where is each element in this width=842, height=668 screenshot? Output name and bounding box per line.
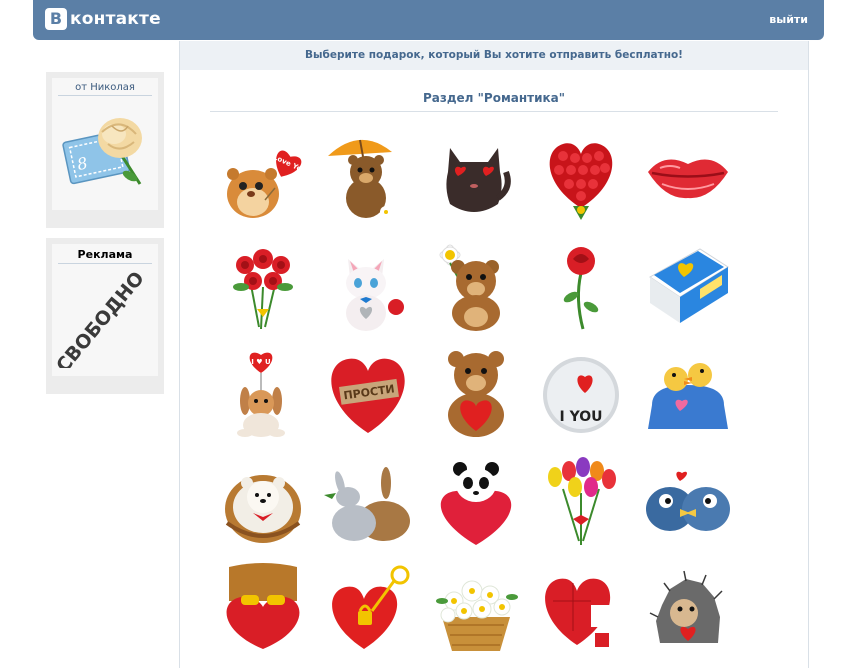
gift-birds-kiss[interactable]: [640, 453, 736, 549]
gift-heart-puzzle[interactable]: [533, 561, 629, 657]
gift-black-cat[interactable]: [428, 128, 524, 224]
kitten-icon: [346, 259, 404, 331]
bear-daisy-icon: [439, 244, 500, 331]
vk-logo[interactable]: B контакте: [45, 8, 161, 30]
gift-hamster-love[interactable]: I Love You: [215, 128, 311, 224]
gift-bear-heart[interactable]: [428, 345, 524, 441]
hamster-icon: I Love You: [227, 150, 307, 218]
logo-b-icon: B: [45, 8, 67, 30]
logout-link[interactable]: выйти: [769, 13, 808, 26]
badge-text: I YOU: [560, 409, 603, 425]
gift-single-rose[interactable]: [533, 237, 629, 333]
envelope-rose-icon: 8: [62, 118, 142, 185]
top-header: B контакте выйти: [33, 0, 824, 40]
lips-icon: [648, 159, 728, 199]
ad-stamp-text: СВОБОДНО: [52, 268, 149, 368]
bear-heart-icon: [448, 351, 504, 437]
gift-sorry-heart[interactable]: ПРОСТИ: [320, 345, 416, 441]
black-cat-icon: [446, 148, 511, 212]
svg-text:I ♥ U: I ♥ U: [251, 358, 271, 366]
gift-rose-bouquet[interactable]: [215, 237, 311, 333]
heart-bed-icon: [226, 563, 300, 649]
gift-white-kitten[interactable]: [320, 237, 416, 333]
gift-bear-daisy[interactable]: [428, 237, 524, 333]
gift-bear-umbrella[interactable]: [320, 128, 416, 224]
sender-box: от Николая 8: [46, 72, 164, 228]
bear-basket-icon: [225, 475, 301, 543]
heart-lock-icon: [332, 565, 410, 649]
heart-puzzle-icon: [545, 578, 613, 647]
badge-icon: I YOU: [543, 357, 619, 433]
left-column: от Николая 8 Реклама СВОБОДНО: [46, 72, 164, 404]
gift-i-love-you-badge[interactable]: I YOU: [533, 345, 629, 441]
birds-mitten-icon: [648, 363, 728, 429]
rose-heart-icon: [549, 143, 613, 220]
ad-label: Реклама: [58, 244, 152, 264]
bunny-balloon-icon: I ♥ U: [237, 352, 285, 437]
blue-birds-icon: [646, 471, 730, 531]
bouquet-icon: [233, 249, 293, 330]
gift-heart-bed[interactable]: [215, 561, 311, 657]
from-label[interactable]: от Николая: [58, 78, 152, 96]
sorry-heart-icon: ПРОСТИ: [331, 358, 405, 433]
section-title: Раздел "Романтика": [210, 91, 778, 112]
gift-bunny-balloon[interactable]: I ♥ U: [215, 345, 311, 441]
logo-text: контакте: [70, 9, 161, 29]
bunnies-icon: [324, 467, 410, 541]
ad-box: Реклама СВОБОДНО: [46, 238, 164, 394]
gift-birds-mitten[interactable]: [640, 345, 736, 441]
hedgehog-icon: [649, 570, 723, 643]
gift-bear-basket[interactable]: [215, 453, 311, 549]
instruction-bar: Выберите подарок, который Вы хотите отпр…: [180, 41, 808, 70]
gift-heart-lock-key[interactable]: [320, 561, 416, 657]
gift-lips-kiss[interactable]: [640, 128, 736, 224]
gift-flower-basket[interactable]: [428, 561, 524, 657]
bear-umbrella-icon: [328, 139, 392, 218]
single-rose-icon: [563, 247, 599, 330]
gift-rose-heart-bouquet[interactable]: [533, 128, 629, 224]
gift-tulip-bouquet[interactable]: [533, 453, 629, 549]
flower-basket-icon: [436, 580, 518, 651]
gift-love-is-gum[interactable]: [640, 237, 736, 333]
ad-free-stamp[interactable]: СВОБОДНО: [52, 264, 158, 377]
gift-panda-heart[interactable]: [428, 453, 524, 549]
gift-hedgehog-heart[interactable]: [640, 561, 736, 657]
tulips-icon: [548, 457, 616, 545]
love-is-gum-icon: [649, 248, 729, 323]
gift-bunnies-cuddle[interactable]: [320, 453, 416, 549]
main-panel: Выберите подарок, который Вы хотите отпр…: [179, 41, 809, 668]
panda-heart-icon: [440, 462, 512, 545]
